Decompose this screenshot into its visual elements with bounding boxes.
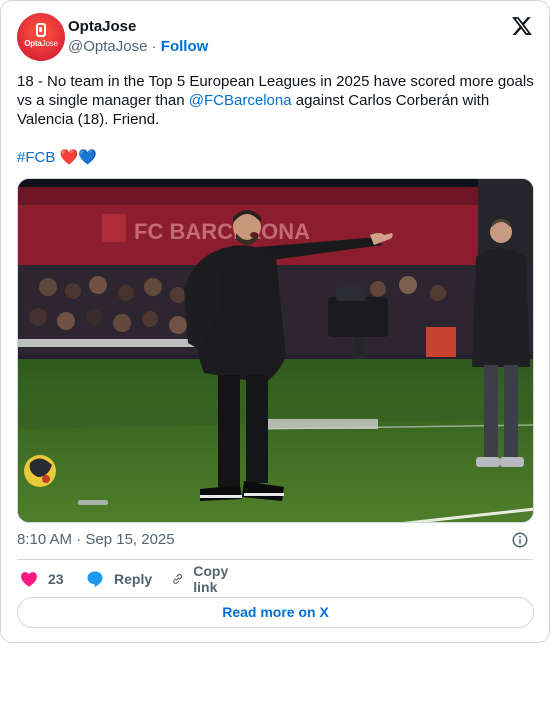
- opta-logo-mark: [36, 23, 46, 37]
- red-heart-emoji: ❤️: [59, 149, 79, 166]
- fc-barcelona-banner: FC BARCELONA: [102, 214, 310, 244]
- avatar[interactable]: OptaJose: [17, 13, 65, 61]
- like-count: 23: [48, 571, 64, 587]
- tweet-header: OptaJose OptaJose @OptaJose · Follow: [17, 13, 533, 61]
- author-handle-row: @OptaJose · Follow: [68, 38, 208, 55]
- reply-button[interactable]: Reply: [85, 567, 152, 591]
- separator-dot: ·: [151, 38, 157, 55]
- author-handle[interactable]: @OptaJose: [68, 38, 147, 55]
- copy-link-label: Copy link: [193, 563, 229, 595]
- tweet-card: OptaJose OptaJose @OptaJose · Follow 18 …: [0, 0, 550, 643]
- info-icon[interactable]: [511, 531, 529, 549]
- mention-link[interactable]: @FCBarcelona: [189, 92, 292, 109]
- hashtag-line: #FCB ❤️💙: [17, 148, 97, 167]
- blue-heart-emoji: 💙: [78, 149, 97, 166]
- svg-text:FC BARCELONA: FC BARCELONA: [134, 219, 310, 244]
- avatar-logo-text: OptaJose: [24, 39, 58, 48]
- photo-coach-sideline: FC BARCELONA: [18, 179, 533, 522]
- tweet-text: 18 - No team in the Top 5 European Leagu…: [17, 72, 535, 129]
- speech-bubble-icon: [87, 571, 103, 587]
- soccer-ball: [24, 455, 56, 487]
- divider: [17, 559, 533, 560]
- author-name[interactable]: OptaJose: [68, 18, 136, 35]
- like-button[interactable]: 23: [19, 567, 64, 591]
- follow-button[interactable]: Follow: [161, 38, 209, 55]
- read-more-button[interactable]: Read more on X: [17, 597, 534, 628]
- tweet-timestamp[interactable]: 8:10 AM · Sep 15, 2025: [17, 531, 175, 548]
- heart-icon: [21, 572, 37, 587]
- x-logo-icon[interactable]: [511, 15, 533, 37]
- copy-link-button[interactable]: Copy link: [171, 563, 235, 595]
- reply-label: Reply: [114, 571, 153, 587]
- tweet-photo[interactable]: FC BARCELONA: [17, 178, 534, 523]
- link-icon: [173, 574, 182, 584]
- hashtag-link[interactable]: #FCB: [17, 149, 55, 166]
